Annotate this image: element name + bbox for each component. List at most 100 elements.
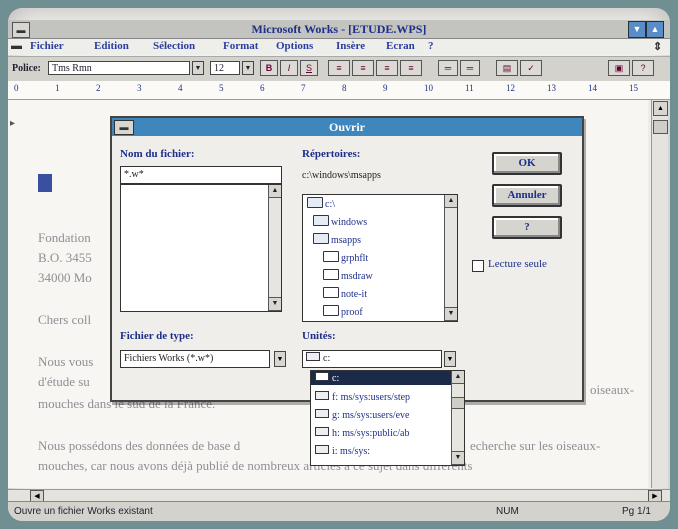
doc-fragment: oiseaux-	[590, 382, 635, 397]
ok-button[interactable]: OK	[492, 152, 562, 175]
ruler-mark: 7	[301, 83, 306, 93]
drive-icon	[315, 372, 329, 381]
ruler-mark: 15	[629, 83, 638, 93]
menu-options[interactable]: Options	[276, 40, 313, 52]
preview-icon[interactable]: ▣	[608, 60, 630, 76]
doc-system-menu-icon[interactable]: ▬	[11, 40, 22, 52]
menu-fichier[interactable]: Fichier	[30, 40, 64, 52]
scroll-up-icon[interactable]: ▲	[452, 371, 464, 384]
folder-icon	[323, 287, 339, 298]
double-spacing-icon[interactable]: ═	[460, 60, 480, 76]
menu-insere[interactable]: Insère	[336, 40, 365, 52]
network-drive-icon	[315, 427, 329, 436]
restore-doc-icon[interactable]: ⇕	[653, 40, 662, 53]
print-icon[interactable]: ▤	[496, 60, 518, 76]
scroll-down-icon[interactable]: ▼	[452, 451, 464, 465]
filetype-label: Fichier de type:	[120, 330, 194, 342]
dialog-system-menu-icon[interactable]: ▬	[114, 120, 134, 135]
align-left-icon[interactable]: ≡	[328, 60, 350, 76]
open-folder-icon	[307, 197, 323, 208]
current-path: c:\windows\msapps	[302, 170, 381, 181]
italic-button[interactable]: I	[280, 60, 298, 76]
dir-item[interactable]: msdraw	[323, 269, 373, 282]
dir-item[interactable]: msapps	[313, 233, 361, 246]
menu-edition[interactable]: Edition	[94, 40, 129, 52]
scroll-down-icon[interactable]: ▼	[445, 307, 457, 321]
filename-input[interactable]: *.w*	[120, 166, 282, 184]
drive-dropdown-arrow-icon[interactable]: ▼	[444, 351, 456, 367]
dir-item[interactable]: c:\	[307, 197, 335, 210]
page-indicator: Pg 1/1	[622, 506, 651, 517]
doc-line: 34000 Mo	[38, 270, 92, 285]
ruler-mark: 0	[14, 83, 19, 93]
size-dropdown-arrow-icon[interactable]: ▼	[242, 61, 254, 75]
scroll-up-icon[interactable]: ▲	[653, 101, 668, 116]
align-right-icon[interactable]: ≡	[376, 60, 398, 76]
font-dropdown-arrow-icon[interactable]: ▼	[192, 61, 204, 75]
doc-line: Nous possédons des données de base d	[38, 438, 241, 453]
ruler-mark: 10	[424, 83, 433, 93]
bold-button[interactable]: B	[260, 60, 278, 76]
justify-icon[interactable]: ≡	[400, 60, 422, 76]
file-list[interactable]: ▲ ▼	[120, 184, 282, 312]
minimize-button[interactable]: ▼	[628, 21, 646, 38]
align-center-icon[interactable]: ≡	[352, 60, 374, 76]
dir-item[interactable]: proof	[323, 305, 363, 318]
ruler-mark: 13	[547, 83, 556, 93]
ruler-mark: 6	[260, 83, 265, 93]
drive-label: c:	[315, 372, 339, 384]
drive-select[interactable]: c:	[302, 350, 442, 368]
dir-item[interactable]: windows	[313, 215, 367, 228]
help-icon[interactable]: ?	[632, 60, 654, 76]
scroll-thumb[interactable]	[452, 397, 464, 409]
doc-line: d'étude su	[38, 374, 90, 389]
menu-format[interactable]: Format	[223, 40, 258, 52]
network-drive-icon	[315, 409, 329, 418]
drive-item[interactable]: g: ms/sys:users/eve	[315, 409, 410, 421]
open-folder-icon	[313, 233, 329, 244]
drive-item[interactable]: h: ms/sys:public/ab	[315, 427, 410, 439]
filetype-select[interactable]: Fichiers Works (*.w*)	[120, 350, 270, 368]
drive-dropdown-list[interactable]: c: f: ms/sys:users/step g: ms/sys:users/…	[310, 370, 465, 466]
paragraph-marker-icon: ▸	[10, 118, 16, 129]
help-button[interactable]: ?	[492, 216, 562, 239]
menu-help[interactable]: ?	[428, 40, 434, 52]
menu-ecran[interactable]: Ecran	[386, 40, 415, 52]
directory-list-scrollbar[interactable]: ▲ ▼	[444, 195, 457, 321]
spell-check-icon[interactable]: ✓	[520, 60, 542, 76]
system-menu-icon[interactable]: ▬	[12, 22, 30, 38]
window-title: Microsoft Works - [ETUDE.WPS]	[251, 22, 427, 36]
cancel-button[interactable]: Annuler	[492, 184, 562, 207]
scroll-thumb[interactable]	[653, 120, 668, 134]
scroll-up-icon[interactable]: ▲	[269, 185, 281, 198]
dialog-title: Ouvrir	[112, 118, 582, 136]
drive-item[interactable]: f: ms/sys:users/step	[315, 391, 410, 403]
maximize-button[interactable]: ▲	[646, 21, 664, 38]
ruler-mark: 2	[96, 83, 101, 93]
single-spacing-icon[interactable]: ═	[438, 60, 458, 76]
menu-selection[interactable]: Sélection	[153, 40, 195, 52]
drive-list-scrollbar[interactable]: ▲ ▼	[451, 371, 464, 465]
filetype-dropdown-arrow-icon[interactable]: ▼	[274, 351, 286, 367]
doc-line: B.O. 3455	[38, 250, 92, 265]
dir-item[interactable]: note-it	[323, 287, 367, 300]
folder-icon	[323, 269, 339, 280]
status-message: Ouvre un fichier Works existant	[14, 506, 153, 517]
directory-list[interactable]: c:\ windows msapps grphflt msdraw note-i…	[302, 194, 458, 322]
toolbar: Police: Tms Rmn ▼ 12 ▼ B I S ≡ ≡ ≡ ≡ ═ ═…	[8, 56, 670, 82]
network-drive-icon	[315, 391, 329, 400]
scroll-down-icon[interactable]: ▼	[269, 297, 281, 311]
dir-item[interactable]: grphflt	[323, 251, 368, 264]
vertical-scrollbar[interactable]: ▲	[651, 100, 668, 488]
file-list-scrollbar[interactable]: ▲ ▼	[268, 185, 281, 311]
folder-icon	[323, 305, 339, 316]
underline-button[interactable]: S	[300, 60, 318, 76]
ruler-mark: 12	[506, 83, 515, 93]
drive-item-selected[interactable]: c:	[311, 371, 451, 385]
font-combo[interactable]: Tms Rmn	[48, 61, 190, 75]
scroll-up-icon[interactable]: ▲	[445, 195, 457, 208]
size-combo[interactable]: 12	[210, 61, 240, 75]
readonly-checkbox[interactable]	[472, 260, 484, 272]
drive-item[interactable]: i: ms/sys:	[315, 445, 370, 457]
open-dialog: Ouvrir ▬ Nom du fichier: *.w* ▲ ▼ Répert…	[110, 116, 584, 402]
